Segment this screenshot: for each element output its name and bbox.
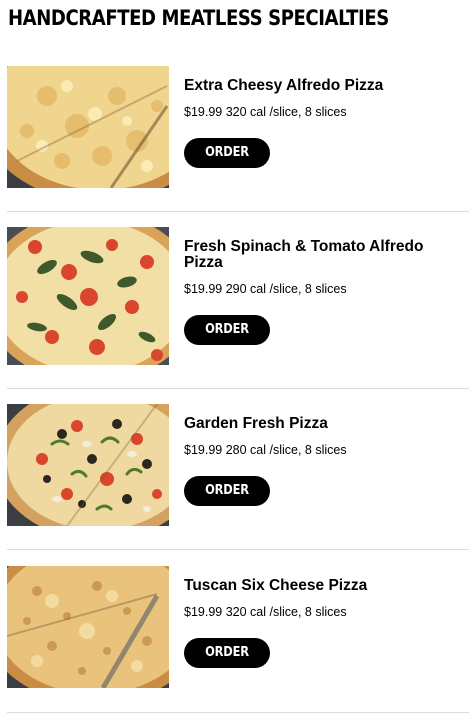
- item-title: Garden Fresh Pizza: [184, 415, 328, 432]
- cheese-pizza-image: [7, 66, 169, 188]
- order-now-label: ORDER NOW: [205, 483, 249, 528]
- order-now-button[interactable]: ORDER NOW: [184, 315, 270, 367]
- order-now-label: ORDER NOW: [205, 145, 249, 190]
- six-cheese-pizza-photo[interactable]: [7, 566, 169, 688]
- item-price-calories: $19.99 320 cal /slice, 8 slices: [184, 105, 347, 119]
- item-title: Tuscan Six Cheese Pizza: [184, 577, 368, 594]
- divider: [7, 388, 469, 389]
- spinach-tomato-pizza-photo[interactable]: [7, 227, 169, 365]
- divider: [7, 211, 469, 212]
- item-price-calories: $19.99 290 cal /slice, 8 slices: [184, 282, 347, 296]
- item-title: Extra Cheesy Alfredo Pizza: [184, 77, 384, 94]
- divider: [7, 712, 469, 713]
- item-price-calories: $19.99 320 cal /slice, 8 slices: [184, 605, 347, 619]
- item-title: Fresh Spinach & Tomato Alfredo Pizza: [184, 238, 424, 271]
- divider: [7, 549, 469, 550]
- spinach-tomato-pizza-image: [7, 227, 169, 365]
- order-now-label: ORDER NOW: [205, 645, 249, 690]
- garden-fresh-pizza-photo[interactable]: [7, 404, 169, 526]
- six-cheese-pizza-image: [7, 566, 169, 688]
- order-now-button[interactable]: ORDER NOW: [184, 638, 270, 690]
- garden-fresh-pizza-image: [7, 404, 169, 526]
- order-now-label: ORDER NOW: [205, 322, 249, 367]
- order-now-button[interactable]: ORDER NOW: [184, 476, 270, 528]
- section-title: HANDCRAFTED MEATLESS SPECIALTIES: [8, 6, 389, 30]
- cheese-pizza-photo[interactable]: [7, 66, 169, 188]
- order-now-button[interactable]: ORDER NOW: [184, 138, 270, 190]
- item-price-calories: $19.99 280 cal /slice, 8 slices: [184, 443, 347, 457]
